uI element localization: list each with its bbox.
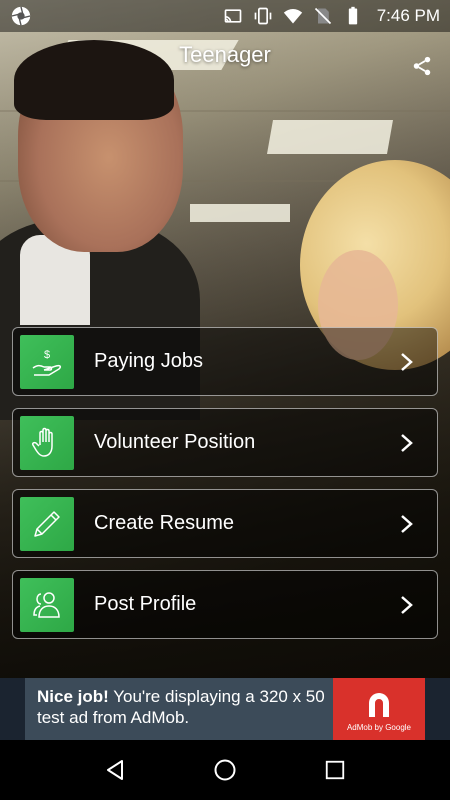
back-button[interactable]: [100, 755, 130, 785]
page-title: Teenager: [179, 42, 271, 67]
vibrate-icon: [254, 7, 272, 25]
status-bar: 7:46 PM: [0, 0, 450, 32]
menu-item-label: Volunteer Position: [94, 431, 256, 453]
menu-icon-box: [20, 577, 74, 632]
menu-item-create-resume[interactable]: Create Resume: [12, 489, 438, 558]
menu-list: $ Paying Jobs Volunteer Position Create …: [12, 327, 438, 651]
status-left: [10, 5, 32, 27]
menu-item-label: Post Profile: [94, 593, 197, 615]
menu-icon-box: [20, 496, 74, 551]
share-icon: [413, 56, 431, 76]
ceiling-light: [267, 120, 393, 154]
cast-icon: [224, 9, 242, 23]
home-button[interactable]: [210, 755, 240, 785]
svg-text:$: $: [44, 349, 50, 361]
menu-icon-box: $: [20, 334, 74, 389]
ad-text: Nice job! You're displaying a 320 x 50 t…: [25, 678, 335, 740]
share-button[interactable]: [410, 54, 434, 78]
status-time: 7:46 PM: [376, 6, 440, 25]
chevron-right-icon: [401, 434, 413, 452]
chevron-right-icon: [401, 353, 413, 371]
raised-hand-icon: [32, 427, 53, 457]
admob-logo: AdMob by Google: [333, 678, 425, 740]
ceiling-light: [190, 204, 290, 222]
admob-icon: [369, 692, 389, 717]
recents-button[interactable]: [320, 755, 350, 785]
pencil-icon: [34, 510, 60, 537]
navigation-bar: [0, 740, 450, 800]
menu-item-post-profile[interactable]: Post Profile: [12, 570, 438, 639]
battery-icon: [348, 6, 357, 25]
menu-item-volunteer-position[interactable]: Volunteer Position: [12, 408, 438, 477]
menu-icon-box: [20, 415, 74, 470]
wifi-icon: [283, 9, 302, 24]
chevron-right-icon: [401, 596, 413, 614]
profile-icon: [33, 591, 60, 618]
no-sim-icon: [314, 7, 331, 25]
status-right: 7:46 PM: [223, 6, 440, 26]
menu-item-paying-jobs[interactable]: $ Paying Jobs: [12, 327, 438, 396]
recents-icon: [325, 760, 345, 780]
menu-item-label: Create Resume: [94, 512, 235, 534]
hand-dollar-icon: $: [32, 349, 62, 376]
home-icon: [214, 759, 236, 781]
admob-logo-text: AdMob by Google: [346, 722, 412, 732]
menu-item-label: Paying Jobs: [94, 350, 203, 372]
ad-banner[interactable]: Nice job! You're displaying a 320 x 50 t…: [25, 678, 425, 740]
ad-headline: Nice job!: [37, 687, 109, 706]
chevron-right-icon: [401, 515, 413, 533]
back-icon: [107, 760, 123, 780]
ad-strip: Nice job! You're displaying a 320 x 50 t…: [0, 678, 450, 740]
aperture-icon: [11, 6, 31, 26]
